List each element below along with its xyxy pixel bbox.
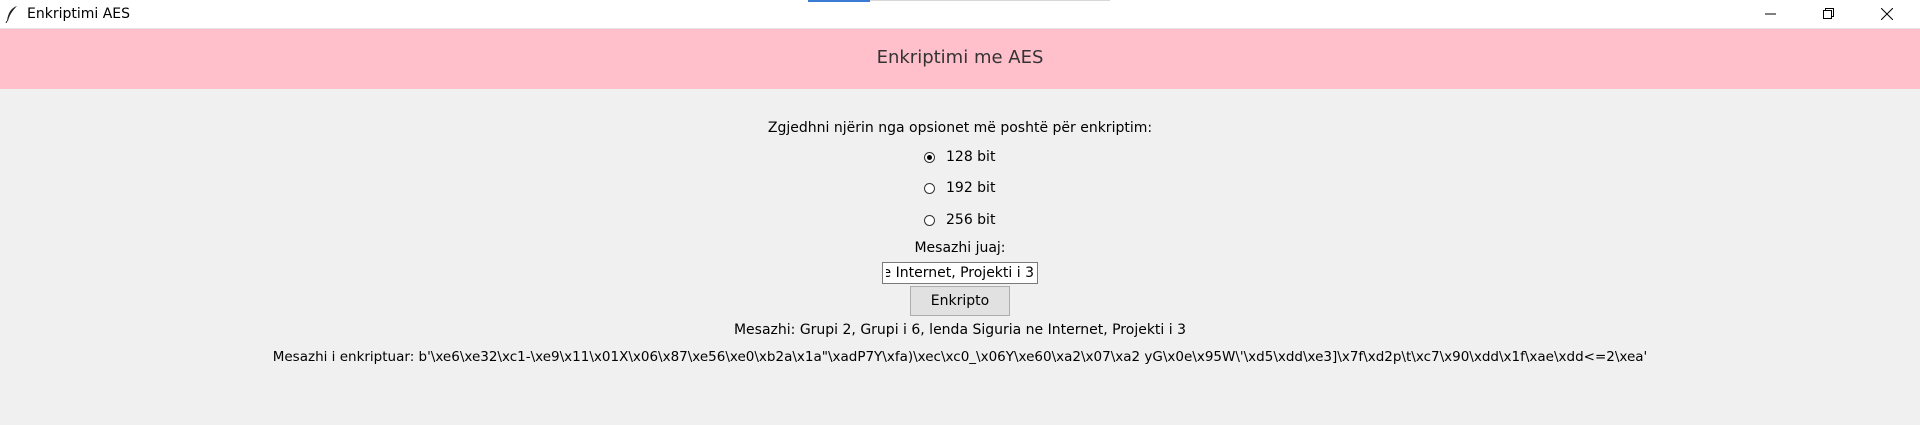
radio-unchecked-icon[interactable]	[924, 214, 935, 226]
radio-unchecked-icon[interactable]	[924, 182, 935, 194]
restore-button[interactable]	[1806, 0, 1852, 29]
app-window: Enkriptimi AES Enkriptimi me AES Zgjedhn…	[0, 0, 1920, 425]
feather-icon	[5, 5, 19, 24]
radio-label: 256 bit	[946, 211, 996, 228]
page-title: Enkriptimi me AES	[876, 47, 1044, 68]
close-icon	[1881, 8, 1893, 20]
restore-icon	[1823, 8, 1834, 19]
options-prompt: Zgjedhni njërin nga opsionet më poshtë p…	[767, 120, 1153, 136]
radio-label: 128 bit	[946, 148, 996, 165]
message-label: Mesazhi juaj:	[914, 240, 1006, 256]
radio-checked-icon[interactable]	[924, 151, 935, 163]
taskbar-highlight	[808, 0, 870, 2]
radio-128-bit[interactable]: 128 bit	[924, 147, 995, 167]
close-button[interactable]	[1864, 0, 1910, 29]
result-encrypted: Mesazhi i enkriptuar: b'\xe6\xe32\xc1-\x…	[272, 349, 1648, 365]
radio-256-bit[interactable]: 256 bit	[924, 210, 995, 230]
encrypt-button[interactable]: Enkripto	[910, 286, 1010, 316]
radio-label: 192 bit	[946, 179, 996, 196]
minimize-button[interactable]	[1748, 0, 1794, 29]
window-title: Enkriptimi AES	[27, 6, 131, 22]
message-input[interactable]	[882, 262, 1038, 284]
header-banner: Enkriptimi me AES	[0, 29, 1920, 89]
taskbar-divider	[870, 0, 1110, 1]
title-bar[interactable]: Enkriptimi AES	[0, 0, 1920, 29]
minimize-icon	[1765, 13, 1776, 15]
result-message: Mesazhi: Grupi 2, Grupi i 6, lenda Sigur…	[733, 322, 1187, 338]
radio-192-bit[interactable]: 192 bit	[924, 178, 995, 198]
